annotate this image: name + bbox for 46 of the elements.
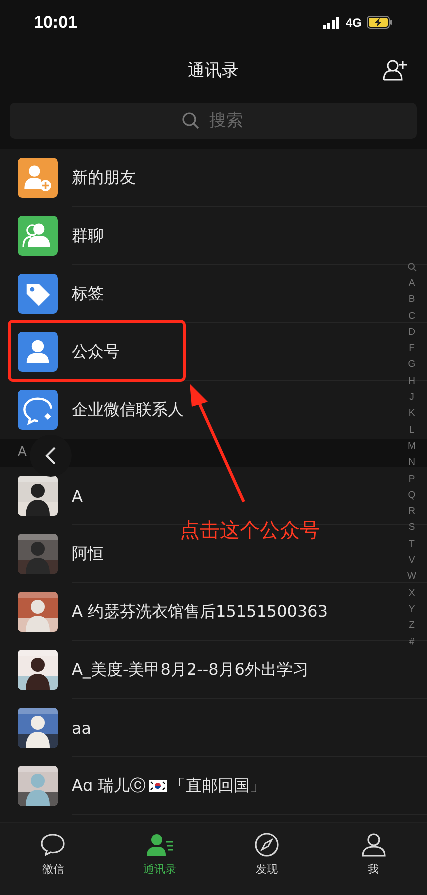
battery-icon [367, 16, 393, 29]
tab[interactable]: 通讯录 [106, 831, 214, 877]
index-letter[interactable]: W [408, 569, 416, 586]
index-letter[interactable]: Y [408, 602, 416, 618]
index-letter[interactable]: T [409, 536, 415, 554]
contact-name[interactable]: Aɑ 瑞儿ⓒ [72, 776, 146, 796]
index-letter[interactable]: S [408, 520, 416, 537]
index-letter[interactable]: P [408, 472, 416, 488]
index-letter[interactable]: B [408, 292, 416, 309]
page-title: 通讯录 [188, 60, 239, 82]
contact-name[interactable]: A [72, 486, 83, 506]
index-letter[interactable]: V [408, 553, 416, 570]
contact-name-suffix[interactable]: 「直邮回国」 [170, 776, 266, 796]
index-letter[interactable]: Q [408, 488, 416, 504]
index-letter[interactable]: L [409, 422, 415, 439]
index-letter[interactable]: J [410, 390, 414, 406]
index-letter[interactable]: M [408, 438, 416, 456]
search-field[interactable]: 搜索 [10, 103, 417, 139]
chevron-left-icon [45, 446, 57, 466]
tab[interactable]: 我 [320, 831, 427, 877]
index-letter[interactable]: K [408, 406, 416, 423]
index-letter[interactable]: N [408, 455, 416, 472]
index-letter[interactable]: F [409, 341, 415, 358]
person-icon [360, 831, 388, 859]
tab[interactable]: 发现 [214, 831, 320, 877]
index-letter[interactable]: R [408, 504, 416, 520]
index-letter[interactable]: D [408, 324, 416, 342]
search-icon [182, 112, 200, 130]
contact-name[interactable]: A_美度-美甲8月2--8月6外出学习 [72, 660, 309, 680]
index-letter[interactable]: X [408, 586, 416, 602]
contact-name[interactable]: A 约瑟芬洗衣馆售后15151500363 [72, 602, 328, 622]
index-letter[interactable]: G [408, 357, 416, 374]
tab[interactable]: 微信 [0, 831, 107, 877]
compass-icon [252, 831, 281, 859]
index-letter[interactable]: A [408, 276, 416, 292]
index-letter[interactable]: # [409, 634, 415, 651]
search-icon[interactable] [408, 263, 416, 272]
contact-name[interactable]: 阿恒 [72, 544, 104, 564]
network-label: 4G [346, 16, 362, 30]
signal-icon [322, 16, 341, 28]
chat-bubble-icon [39, 831, 68, 859]
index-letter[interactable]: Z [409, 618, 415, 635]
contact-name[interactable]: aa [72, 718, 92, 738]
annotation-text: 点击这个公众号 [180, 517, 320, 544]
index-letter[interactable]: C [408, 308, 416, 325]
status-time: 10:01 [34, 12, 78, 32]
